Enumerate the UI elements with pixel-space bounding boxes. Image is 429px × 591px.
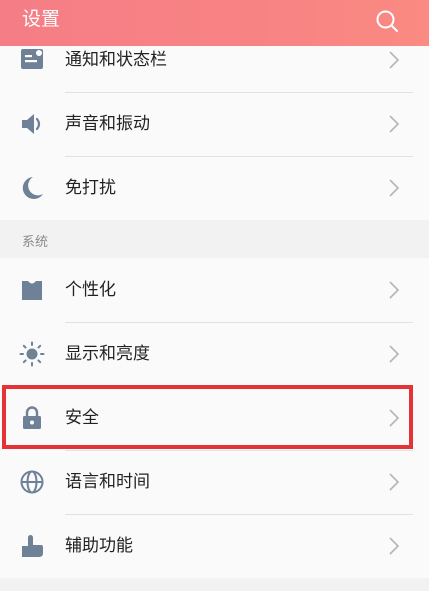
settings-item-sound[interactable]: 声音和振动 [0,92,429,156]
chevron-right-icon [388,408,400,428]
settings-item-label: 辅助功能 [65,536,133,556]
page-title: 设置 [22,8,61,30]
chevron-right-icon [388,280,400,300]
lock-icon [19,405,45,431]
settings-item-language-time[interactable]: 语言和时间 [0,450,429,514]
settings-group-system: 个性化 显示和亮度 安全 语言和时间 辅助功能 [0,258,429,578]
chevron-right-icon [388,114,400,134]
chevron-right-icon [388,50,400,70]
globe-icon [19,469,45,495]
speaker-icon [19,111,45,137]
settings-item-label: 显示和亮度 [65,344,150,364]
personalization-icon [19,277,45,303]
chevron-right-icon [388,344,400,364]
settings-item-label: 通知和状态栏 [65,50,167,70]
chevron-right-icon [388,536,400,556]
settings-item-label: 声音和振动 [65,114,150,134]
settings-item-security[interactable]: 安全 [0,386,429,450]
chevron-right-icon [388,472,400,492]
settings-item-accessibility[interactable]: 辅助功能 [0,514,429,578]
settings-item-label: 安全 [65,408,99,428]
settings-item-display-brightness[interactable]: 显示和亮度 [0,322,429,386]
settings-item-label: 语言和时间 [65,472,150,492]
settings-group-general: 通知和状态栏 声音和振动 免打扰 [0,28,429,220]
moon-icon [19,175,45,201]
brightness-icon [19,341,45,367]
notification-bar-icon [19,47,45,73]
search-icon[interactable] [374,8,400,34]
settings-item-label: 个性化 [65,280,116,300]
accessibility-hand-icon [19,533,45,559]
settings-item-do-not-disturb[interactable]: 免打扰 [0,156,429,220]
top-bar: 设置 [0,0,429,46]
settings-item-personalization[interactable]: 个性化 [0,258,429,322]
settings-item-label: 免打扰 [65,178,116,198]
section-label-system: 系统 [22,235,49,250]
chevron-right-icon [388,178,400,198]
